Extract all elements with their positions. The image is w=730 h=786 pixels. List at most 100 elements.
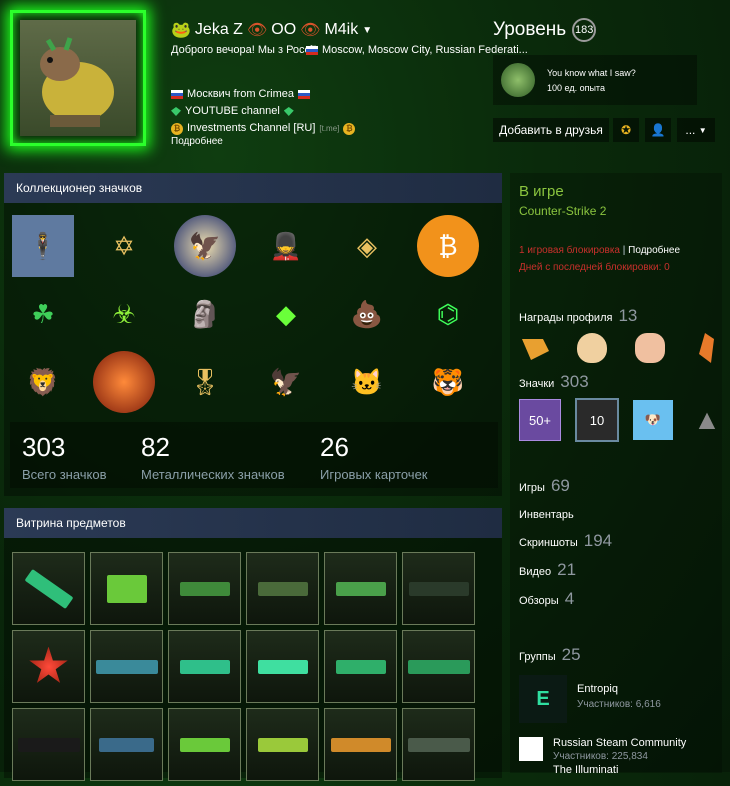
award-brain-icon[interactable] [635,333,665,363]
badge-level-50[interactable]: 50+ [519,399,561,441]
badge-grid: 🕴 ✡ 🦅 💂 ◈ ₿ ☘ ☣ 🗿 ◆ 💩 ⌬ 🦁 🎖 🦅 🐱 🐯 [12,215,498,419]
name-history-dropdown-icon[interactable]: ▼ [362,25,372,36]
more-actions-button[interactable]: ... ▼ [677,118,715,142]
item-showcase [4,538,502,781]
award-icon: ✪ [620,123,632,137]
screenshots-link[interactable]: Скриншоты 194 [519,531,612,551]
badge-eagle[interactable]: 🦅 [255,351,317,413]
badge-showcase-header: Коллекционер значков [4,173,502,203]
badge-seal[interactable]: 🦅 [174,215,236,277]
item-mp5[interactable] [246,552,319,625]
groups-link[interactable]: Группы 25 [519,645,581,665]
user-card-button[interactable]: 👤 [645,118,671,142]
awards-link[interactable]: Награды профиля 13 [519,306,637,326]
badge-stats: 303 Всего значков 82 Металлических значк… [10,422,498,488]
item-grid [12,552,480,786]
eye-icon: 👁 [246,22,268,39]
ban-status: 1 игровая блокировка | Подробнее [519,245,681,256]
award-egg-icon[interactable] [577,333,607,363]
current-game[interactable]: Counter-Strike 2 [519,204,606,218]
item-gloves[interactable] [90,552,163,625]
item-knife[interactable] [12,552,85,625]
profile-name: 🐸 Jeka Z 👁 OO 👁 M4ik ▼ [171,21,373,39]
featured-badge[interactable]: You know what I saw? 100 ед. опыта [493,55,697,105]
chevron-down-icon: ▼ [698,125,707,135]
item-rifle[interactable] [402,552,475,625]
group-illuminati[interactable]: The Illuminati [553,764,686,776]
item-mac10b[interactable] [246,708,319,781]
item-usp[interactable] [90,708,163,781]
badge-statue[interactable]: 🗿 [174,283,236,345]
badge-bitcoin[interactable]: ₿ [417,215,479,277]
games-link[interactable]: Игры 69 [519,476,570,496]
badge-dog-icon[interactable]: 🐶 [633,400,673,440]
steam-logo-icon [519,737,543,761]
badge-portrait[interactable]: 🕴 [12,215,74,277]
item-deagle2[interactable] [324,552,397,625]
item-mac10[interactable] [246,630,319,703]
item-ak[interactable] [12,708,85,781]
badges-link[interactable]: Значки 303 [519,372,589,392]
eye-badge-icon [501,63,535,97]
bitcoin-icon: ₿ [171,122,183,135]
videos-link[interactable]: Видео 21 [519,560,576,580]
badge-triangle-icon[interactable]: ▲ [687,400,727,440]
item-awp[interactable] [90,630,163,703]
item-rifle2[interactable] [402,630,475,703]
gem-icon [283,107,294,116]
user-icon: 👤 [650,123,666,137]
badge-medal[interactable]: 🎖 [174,351,236,413]
summary-more-link[interactable]: Подробнее [171,136,223,147]
badge-star-portrait[interactable]: ✡ [93,215,155,277]
profile-summary: Москвич from Crimea YOUTUBE channel ₿ Inv… [171,86,356,137]
badge-lion[interactable]: 🦁 [12,351,74,413]
item-deagle3[interactable] [168,708,241,781]
item-rifle3[interactable] [402,708,475,781]
award-flag-icon[interactable] [522,339,549,360]
flag-icon [298,90,310,99]
flag-icon [306,45,318,55]
recent-badges: 50+ 10 🐶 ▲ [519,398,727,442]
gem-icon [171,107,181,116]
badge-circuit[interactable]: ⌬ [417,283,479,345]
badge-level-10[interactable]: 10 [575,398,619,442]
ban-more-link[interactable]: Подробнее [628,245,680,256]
badge-cat[interactable]: 🐱 [336,351,398,413]
badge-portrait-diamond[interactable]: ◈ [336,215,398,277]
badge-lava-ball[interactable] [93,351,155,413]
item-showcase-header: Витрина предметов [4,508,502,538]
investments-link[interactable]: Investments Channel [RU] [187,120,315,137]
reviews-link[interactable]: Обзоры 4 [519,589,574,609]
item-glock[interactable] [168,630,241,703]
profile-greeting: Доброго вечора! Мы з Россії [171,44,316,56]
stat-foil-badges: 82 [141,432,170,462]
group-entropiq[interactable]: E Entropiq Участников: 6,616 [519,675,661,723]
add-friend-button[interactable]: Добавить в друзья [493,118,609,142]
level-header: Уровень 183 [493,18,597,42]
item-shotgun[interactable] [324,708,397,781]
award-dragon-icon[interactable] [699,333,714,363]
badge-celtic[interactable]: ☘ [12,283,74,345]
badge-tiger[interactable]: 🐯 [417,351,479,413]
youtube-link[interactable]: YOUTUBE channel [185,103,280,120]
item-deagle[interactable] [168,552,241,625]
group-russian-steam[interactable]: Russian Steam Community Участников: 225,… [519,737,686,776]
flag-icon [171,90,183,99]
item-duals[interactable] [324,630,397,703]
online-status: В игре [519,183,564,200]
award-button[interactable]: ✪ [613,118,639,142]
avatar[interactable] [20,20,136,136]
badge-crystal[interactable]: ◆ [255,283,317,345]
badge-poop-fire[interactable]: 💩 [336,283,398,345]
badge-showcase: 🕴 ✡ 🦅 💂 ◈ ₿ ☘ ☣ 🗿 ◆ 💩 ⌬ 🦁 🎖 🦅 🐱 🐯 303 Вс… [4,203,502,496]
badge-soldier[interactable]: 💂 [255,215,317,277]
item-medal[interactable] [12,630,85,703]
entropiq-logo-icon: E [519,675,567,723]
inventory-link[interactable]: Инвентарь [519,509,574,521]
stat-trading-cards: 26 [320,432,349,462]
badge-biohazard[interactable]: ☣ [93,283,155,345]
bitcoin-icon: ₿ [343,122,356,135]
stat-total-badges: 303 [22,432,66,462]
leaf-icon: 🐸 [171,22,191,39]
level-badge[interactable]: 183 [572,18,597,42]
